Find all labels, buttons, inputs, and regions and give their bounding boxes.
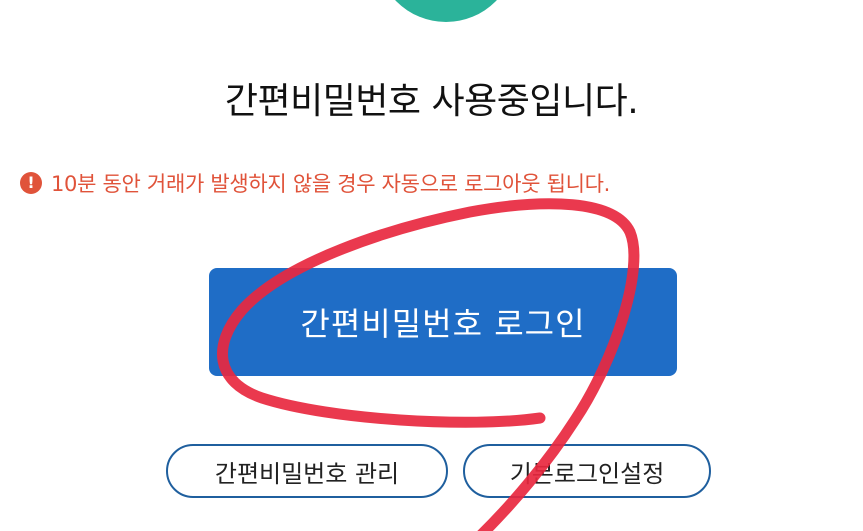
brand-logo-circle	[376, 0, 516, 22]
session-timeout-notice: ! 10분 동안 거래가 발생하지 않을 경우 자동으로 로그아웃 됩니다.	[20, 170, 610, 196]
manage-simple-password-button[interactable]: 간편비밀번호 관리	[166, 444, 448, 498]
exclamation-circle-icon: !	[20, 172, 42, 194]
simple-password-login-button[interactable]: 간편비밀번호 로그인	[209, 268, 677, 376]
default-login-settings-button[interactable]: 기본로그인설정	[463, 444, 711, 498]
simple-password-screen: 간편비밀번호 사용중입니다. ! 10분 동안 거래가 발생하지 않을 경우 자…	[0, 0, 863, 531]
status-title: 간편비밀번호 사용중입니다.	[224, 81, 639, 122]
notice-text: 10분 동안 거래가 발생하지 않을 경우 자동으로 로그아웃 됩니다.	[51, 172, 610, 196]
